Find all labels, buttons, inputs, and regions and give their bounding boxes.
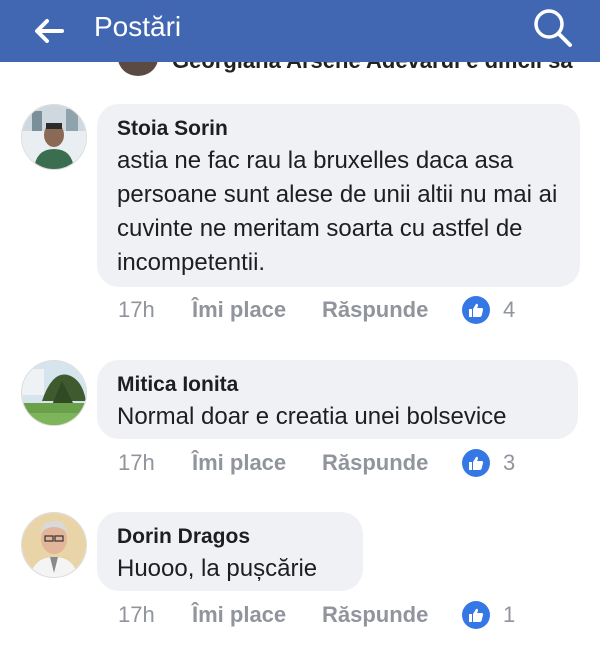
like-button[interactable]: Îmi place [192, 602, 286, 628]
thumbs-up-icon [469, 456, 484, 470]
reaction-count: 4 [503, 297, 516, 322]
avatar[interactable] [21, 104, 87, 170]
comment-time[interactable]: 17h [118, 602, 155, 628]
comment-bubble: Mitica Ionita Normal doar e creatia unei… [97, 360, 578, 439]
comment-text: Huooo, la pușcărie [117, 555, 318, 582]
like-button[interactable]: Îmi place [192, 450, 286, 476]
avatar[interactable] [21, 360, 87, 426]
profile-photo [22, 105, 86, 169]
page-title: Postări [94, 11, 182, 42]
comment-author[interactable]: Mitica Ionita [117, 372, 558, 398]
reply-button[interactable]: Răspunde [322, 602, 428, 628]
like-reaction-badge[interactable] [462, 296, 490, 324]
previous-comment-peek: Georgiana Arsene Adevărul e dificil să [0, 62, 600, 76]
comment-time[interactable]: 17h [118, 297, 155, 323]
profile-photo [22, 513, 86, 577]
comment-bubble: Stoia Sorin astia ne fac rau la bruxelle… [97, 104, 580, 287]
like-button[interactable]: Îmi place [192, 297, 286, 323]
like-reaction-badge[interactable] [462, 601, 490, 629]
avatar[interactable] [21, 512, 87, 578]
like-reaction-badge[interactable] [462, 449, 490, 477]
comment-author[interactable]: Dorin Dragos [117, 524, 343, 550]
reaction-count: 3 [503, 450, 516, 475]
back-arrow-icon[interactable] [30, 13, 66, 49]
reply-button[interactable]: Răspunde [322, 450, 428, 476]
comment-actions: 17h Îmi place Răspunde 1 [118, 601, 598, 632]
comment-bubble: Dorin Dragos Huooo, la pușcărie [97, 512, 363, 591]
search-icon[interactable] [530, 6, 576, 50]
comment-time[interactable]: 17h [118, 450, 155, 476]
avatar [118, 62, 158, 76]
comment-text: Normal doar e creatia unei bolsevice [117, 403, 507, 430]
comment-author[interactable]: Stoia Sorin [117, 116, 560, 142]
thumbs-up-icon [469, 303, 484, 317]
previous-comment-text: Georgiana Arsene Adevărul e dificil să [172, 62, 573, 74]
comment-actions: 17h Îmi place Răspunde 4 [118, 296, 598, 327]
thumbs-up-icon [469, 608, 484, 622]
comment-text: astia ne fac rau la bruxelles daca asa p… [117, 147, 558, 276]
reply-button[interactable]: Răspunde [322, 297, 428, 323]
top-bar: Postări [0, 0, 600, 62]
comment-actions: 17h Îmi place Răspunde 3 [118, 449, 598, 480]
reaction-count: 1 [503, 602, 516, 627]
profile-photo [22, 361, 86, 425]
